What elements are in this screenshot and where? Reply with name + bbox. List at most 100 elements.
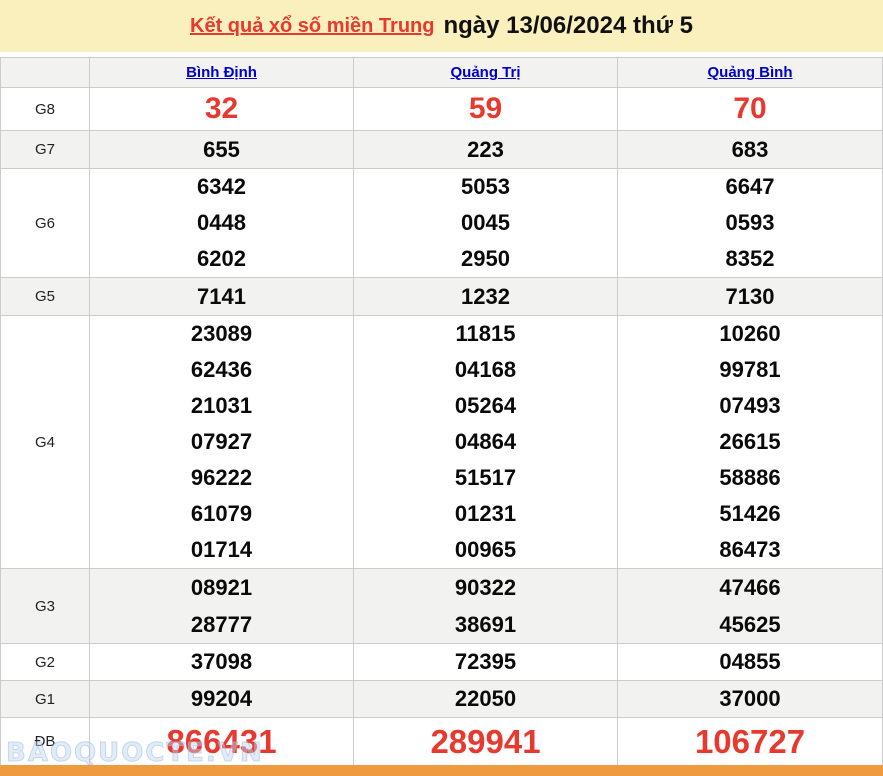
prize-number: 5053	[354, 169, 617, 205]
prize-number: 47466	[618, 569, 882, 606]
prize-number: 37000	[618, 681, 882, 717]
prize-number: 21031	[90, 388, 353, 424]
prize-number: 70	[618, 88, 882, 130]
prize-number: 37098	[90, 644, 353, 680]
prize-number: 07927	[90, 424, 353, 460]
prize-cell-db-binh-dinh: 866431	[90, 718, 354, 765]
prize-cell-g2-quang-tri: 72395	[354, 644, 618, 680]
prize-number: 223	[354, 131, 617, 168]
prize-cell-g7-binh-dinh: 655	[90, 131, 354, 168]
row-label-g4: G4	[1, 316, 90, 568]
column-header-quang-tri: Quảng Trị	[354, 58, 618, 87]
prize-cell-g4-binh-dinh: 23089624362103107927962226107901714	[90, 316, 354, 568]
prize-number: 08921	[90, 569, 353, 606]
prize-number: 99204	[90, 681, 353, 717]
prize-cell-g8-quang-tri: 59	[354, 88, 618, 130]
prize-cell-g1-quang-tri: 22050	[354, 681, 618, 717]
prize-number: 04855	[618, 644, 882, 680]
prize-number: 8352	[618, 241, 882, 277]
prize-row-g7: G7655223683	[1, 131, 882, 169]
prize-number: 05264	[354, 388, 617, 424]
prize-number: 6202	[90, 241, 353, 277]
page: Kết quả xổ số miền Trung ngày 13/06/2024…	[0, 0, 883, 776]
prize-number: 655	[90, 131, 353, 168]
prize-cell-g5-quang-tri: 1232	[354, 278, 618, 315]
prize-cell-g7-quang-tri: 223	[354, 131, 618, 168]
prize-row-g2: G2370987239504855	[1, 644, 882, 681]
prize-cell-g3-binh-dinh: 0892128777	[90, 569, 354, 643]
prize-row-g6: G6634204486202505300452950664705938352	[1, 169, 882, 278]
prize-number: 72395	[354, 644, 617, 680]
prize-number: 51517	[354, 460, 617, 496]
prize-cell-g6-quang-binh: 664705938352	[618, 169, 882, 277]
prize-row-g1: G1992042205037000	[1, 681, 882, 718]
prize-number: 01231	[354, 496, 617, 532]
prize-number: 11815	[354, 316, 617, 352]
prize-row-g4: G423089624362103107927962226107901714118…	[1, 316, 882, 569]
corner-cell	[1, 58, 90, 87]
prize-number: 32	[90, 88, 353, 130]
prize-cell-db-quang-tri: 289941	[354, 718, 618, 765]
row-label-g3: G3	[1, 569, 90, 643]
prize-number: 04168	[354, 352, 617, 388]
prize-number: 289941	[354, 718, 617, 765]
results-table: Bình ĐịnhQuảng TrịQuảng Bình G8325970G76…	[0, 57, 883, 766]
results-title-link[interactable]: Kết quả xổ số miền Trung	[190, 15, 434, 38]
row-label-g7: G7	[1, 131, 90, 168]
results-title-date: ngày 13/06/2024 thứ 5	[443, 12, 693, 40]
prize-cell-g1-quang-binh: 37000	[618, 681, 882, 717]
column-link-quang-binh[interactable]: Quảng Bình	[708, 64, 793, 81]
prize-number: 7141	[90, 278, 353, 315]
prize-cell-g4-quang-tri: 11815041680526404864515170123100965	[354, 316, 618, 568]
prize-number: 38691	[354, 606, 617, 643]
prize-cell-g1-binh-dinh: 99204	[90, 681, 354, 717]
prize-row-g3: G3089212877790322386914746645625	[1, 569, 882, 644]
prize-number: 90322	[354, 569, 617, 606]
prize-number: 04864	[354, 424, 617, 460]
prize-number: 62436	[90, 352, 353, 388]
prize-number: 99781	[618, 352, 882, 388]
prize-number: 01714	[90, 532, 353, 568]
row-label-g5: G5	[1, 278, 90, 315]
prize-number: 61079	[90, 496, 353, 532]
results-table-body: G8325970G7655223683G66342044862025053004…	[1, 88, 882, 766]
row-label-g6: G6	[1, 169, 90, 277]
prize-cell-g8-quang-binh: 70	[618, 88, 882, 130]
prize-number: 1232	[354, 278, 617, 315]
prize-number: 22050	[354, 681, 617, 717]
prize-number: 28777	[90, 606, 353, 643]
prize-number: 7130	[618, 278, 882, 315]
prize-cell-g5-quang-binh: 7130	[618, 278, 882, 315]
prize-number: 106727	[618, 718, 882, 765]
prize-number: 683	[618, 131, 882, 168]
prize-row-db: ĐB866431289941106727	[1, 718, 882, 766]
column-link-binh-dinh[interactable]: Bình Định	[186, 64, 257, 81]
bottom-bar	[0, 765, 883, 776]
prize-number: 866431	[90, 718, 353, 765]
prize-cell-g6-binh-dinh: 634204486202	[90, 169, 354, 277]
row-label-g2: G2	[1, 644, 90, 680]
prize-cell-g8-binh-dinh: 32	[90, 88, 354, 130]
prize-cell-g3-quang-binh: 4746645625	[618, 569, 882, 643]
prize-cell-g3-quang-tri: 9032238691	[354, 569, 618, 643]
prize-cell-g6-quang-tri: 505300452950	[354, 169, 618, 277]
prize-number: 96222	[90, 460, 353, 496]
column-link-quang-tri[interactable]: Quảng Trị	[450, 64, 520, 81]
row-label-db: ĐB	[1, 718, 90, 765]
prize-cell-db-quang-binh: 106727	[618, 718, 882, 765]
prize-number: 07493	[618, 388, 882, 424]
prize-cell-g2-quang-binh: 04855	[618, 644, 882, 680]
row-label-g1: G1	[1, 681, 90, 717]
prize-number: 23089	[90, 316, 353, 352]
prize-row-g5: G5714112327130	[1, 278, 882, 316]
prize-number: 0593	[618, 205, 882, 241]
prize-number: 0448	[90, 205, 353, 241]
prize-cell-g4-quang-binh: 10260997810749326615588865142686473	[618, 316, 882, 568]
title-banner: Kết quả xổ số miền Trung ngày 13/06/2024…	[0, 0, 883, 52]
results-table-header: Bình Định Quảng Trị Quảng Bình	[1, 58, 882, 88]
column-header-binh-dinh: Bình Định	[90, 58, 354, 87]
prize-number: 59	[354, 88, 617, 130]
prize-number: 58886	[618, 460, 882, 496]
prize-number: 2950	[354, 241, 617, 277]
prize-row-g8: G8325970	[1, 88, 882, 131]
